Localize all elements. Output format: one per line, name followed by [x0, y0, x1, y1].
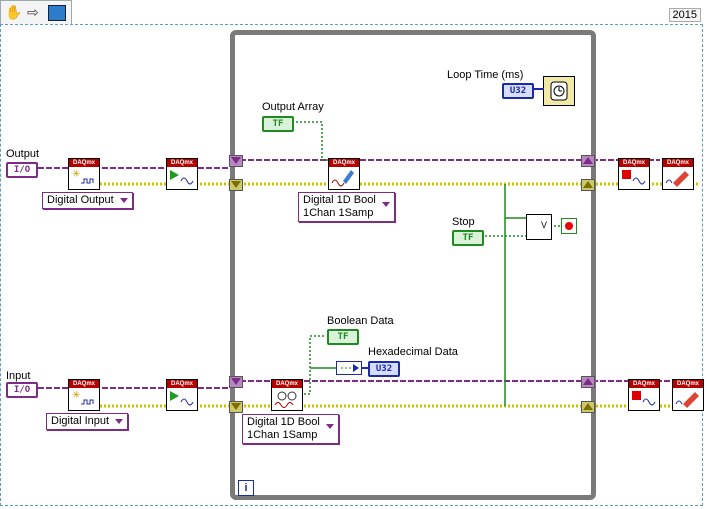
daqmx-read[interactable]: DAQmx [271, 379, 303, 411]
error-shift-register-left-bottom[interactable] [229, 401, 243, 413]
digital-output-ring-text: Digital Output [47, 194, 114, 206]
daqmx-create-channel-input[interactable]: DAQmx ✳ [68, 379, 100, 411]
hex-data-label: Hexadecimal Data [368, 346, 458, 358]
loop-time-label: Loop Time (ms) [447, 69, 524, 81]
boolean-data-terminal[interactable]: TF [327, 329, 359, 345]
digital-output-ring[interactable]: Digital Output [42, 192, 133, 209]
output-io-terminal[interactable]: I/O [6, 162, 38, 178]
task-shift-register-right-bottom[interactable] [581, 376, 595, 388]
read-polymorphic-selector[interactable]: Digital 1D Bool 1Chan 1Samp [242, 414, 339, 444]
daqmx-start-task-output[interactable]: DAQmx [166, 158, 198, 190]
daqmx-stop-task-output[interactable]: DAQmx [618, 158, 650, 190]
stop-label: Stop [452, 216, 475, 228]
chevron-down-icon [325, 424, 334, 429]
loop-condition-terminal[interactable] [561, 218, 577, 234]
digital-input-ring-text: Digital Input [51, 415, 110, 427]
read-ring-line1: Digital 1D Bool [247, 416, 320, 428]
error-shift-register-right-bottom[interactable] [581, 401, 595, 413]
input-label: Input [6, 370, 31, 382]
error-shift-register-left-top[interactable] [229, 179, 243, 191]
daqmx-clear-task-input[interactable]: DAQmx [672, 379, 704, 411]
write-ring-line2: 1Chan 1Samp [303, 207, 374, 219]
output-array-label: Output Array [262, 101, 324, 113]
chevron-down-icon [381, 202, 390, 207]
task-shift-register-left-bottom[interactable] [229, 376, 243, 388]
task-shift-register-left-top[interactable] [229, 155, 243, 167]
svg-text:✳: ✳ [72, 169, 80, 180]
digital-input-ring[interactable]: Digital Input [46, 413, 129, 430]
svg-text:✳: ✳ [72, 390, 80, 401]
daqmx-stop-task-input[interactable]: DAQmx [628, 379, 660, 411]
boolean-array-to-number[interactable] [336, 361, 362, 375]
or-function[interactable]: V [526, 214, 552, 240]
chevron-down-icon [115, 418, 124, 424]
loop-time-terminal[interactable]: U32 [502, 83, 534, 99]
output-label: Output [6, 148, 40, 160]
hex-data-terminal[interactable]: U32 [368, 361, 400, 377]
input-io-terminal[interactable]: I/O [6, 382, 38, 398]
boolean-data-label: Boolean Data [327, 315, 394, 327]
daqmx-write[interactable]: DAQmx [328, 158, 360, 190]
chevron-down-icon [119, 197, 128, 203]
daqmx-clear-task-output[interactable]: DAQmx [662, 158, 694, 190]
output-array-terminal[interactable]: TF [262, 116, 294, 132]
stop-sign-icon [565, 222, 573, 230]
write-polymorphic-selector[interactable]: Digital 1D Bool 1Chan 1Samp [298, 192, 395, 222]
error-shift-register-right-top[interactable] [581, 179, 595, 191]
loop-iteration-terminal[interactable]: i [238, 480, 254, 496]
write-ring-line1: Digital 1D Bool [303, 194, 376, 206]
daqmx-start-task-input[interactable]: DAQmx [166, 379, 198, 411]
read-ring-line2: 1Chan 1Samp [247, 429, 318, 441]
daqmx-create-channel-output[interactable]: DAQmx ✳ [68, 158, 100, 190]
stop-terminal[interactable]: TF [452, 230, 484, 246]
or-symbol: V [541, 220, 548, 230]
task-shift-register-right-top[interactable] [581, 155, 595, 167]
loop-time-wire [532, 88, 544, 90]
